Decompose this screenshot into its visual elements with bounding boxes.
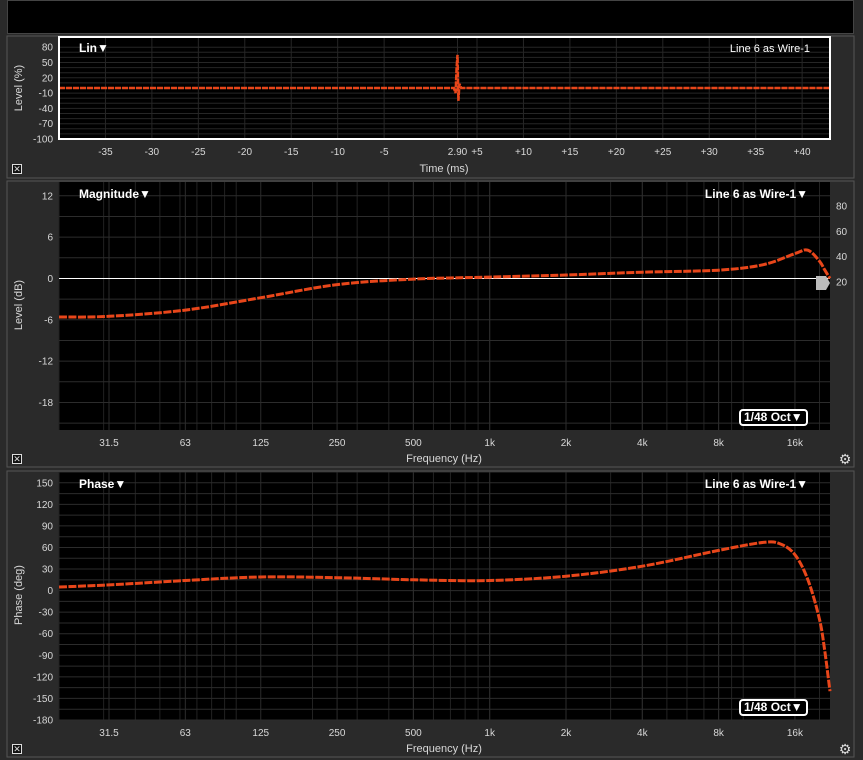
phase-plot-area <box>59 472 830 720</box>
impulse-x-tick-label: +30 <box>701 147 718 158</box>
impulse-x-tick-label: -30 <box>145 147 160 158</box>
impulse-x-tick-label: -5 <box>380 147 389 158</box>
impulse-x-tick-label: +10 <box>515 147 532 158</box>
magnitude-legend[interactable]: Line 6 as Wire-1▼ <box>705 187 808 201</box>
magnitude-x-axis-label: Frequency (Hz) <box>406 453 482 465</box>
magnitude-right-tick-label: 80 <box>836 202 848 213</box>
phase-y-tick-label: -90 <box>39 651 54 662</box>
impulse-x-tick-label: +15 <box>561 147 578 158</box>
phase-x-tick-label: 2k <box>561 728 573 739</box>
magnitude-x-tick-label: 250 <box>329 438 346 449</box>
phase-y-axis-label: Phase (deg) <box>13 565 25 625</box>
impulse-x-tick-label: +20 <box>608 147 625 158</box>
impulse-x-tick-label: -10 <box>330 147 345 158</box>
phase-title[interactable]: Phase▼ <box>79 477 126 491</box>
magnitude-right-tick-label: 60 <box>836 227 848 238</box>
impulse-x-tick-label: +5 <box>471 147 483 158</box>
impulse-x-tick-label: +40 <box>794 147 811 158</box>
impulse-y-axis-label: Level (%) <box>13 65 25 111</box>
impulse-y-tick-label: -100 <box>33 135 53 146</box>
magnitude-x-tick-label: 4k <box>637 438 649 449</box>
phase-x-tick-label: 63 <box>180 728 192 739</box>
magnitude-y-tick-label: 6 <box>47 233 53 244</box>
magnitude-title[interactable]: Magnitude▼ <box>79 187 151 201</box>
phase-settings-gear-icon[interactable]: ⚙ <box>838 743 852 757</box>
magnitude-y-tick-label: -12 <box>39 357 54 368</box>
impulse-x-tick-label: -25 <box>191 147 206 158</box>
impulse-x-axis-label: Time (ms) <box>419 163 468 175</box>
magnitude-x-tick-label: 63 <box>180 438 192 449</box>
phase-x-tick-label: 250 <box>329 728 346 739</box>
phase-y-tick-label: 30 <box>42 565 54 576</box>
impulse-y-tick-label: 80 <box>42 43 54 54</box>
magnitude-y-tick-label: 0 <box>47 274 53 285</box>
magnitude-right-tick-label: 40 <box>836 252 848 263</box>
magnitude-settings-gear-icon[interactable]: ⚙ <box>838 453 852 467</box>
impulse-y-tick-label: -70 <box>39 119 54 130</box>
phase-legend[interactable]: Line 6 as Wire-1▼ <box>705 477 808 491</box>
phase-x-tick-label: 4k <box>637 728 649 739</box>
impulse-y-tick-label: -40 <box>39 104 54 115</box>
magnitude-x-tick-label: 500 <box>405 438 422 449</box>
impulse-y-tick-label: 50 <box>42 58 54 69</box>
magnitude-x-tick-label: 8k <box>713 438 725 449</box>
impulse-y-tick-label: -10 <box>39 89 54 100</box>
impulse-x-tick-label: 2.90 <box>448 147 468 158</box>
impulse-x-tick-label: -20 <box>238 147 253 158</box>
magnitude-x-tick-label: 2k <box>561 438 573 449</box>
phase-y-tick-label: 120 <box>36 500 53 511</box>
magnitude-x-tick-label: 125 <box>252 438 269 449</box>
phase-x-tick-label: 8k <box>713 728 725 739</box>
magnitude-plot-area <box>59 182 830 430</box>
magnitude-y-tick-label: -6 <box>44 315 53 326</box>
magnitude-x-tick-label: 31.5 <box>99 438 119 449</box>
phase-y-tick-label: -180 <box>33 716 53 727</box>
phase-close-icon[interactable]: ✕ <box>12 744 22 754</box>
impulse-close-icon[interactable]: ✕ <box>12 164 22 174</box>
phase-x-tick-label: 31.5 <box>99 728 119 739</box>
magnitude-x-tick-label: 1k <box>484 438 496 449</box>
magnitude-smoothing-dropdown[interactable]: 1/48 Oct▼ <box>739 409 808 426</box>
magnitude-y-axis-label: Level (dB) <box>13 280 25 330</box>
magnitude-right-tick-label: 20 <box>836 277 848 288</box>
phase-y-tick-label: -150 <box>33 694 53 705</box>
phase-x-tick-label: 500 <box>405 728 422 739</box>
impulse-legend: Line 6 as Wire-1 <box>730 43 810 55</box>
magnitude-y-tick-label: -18 <box>39 398 54 409</box>
impulse-x-tick-label: -15 <box>284 147 299 158</box>
phase-x-axis-label: Frequency (Hz) <box>406 743 482 755</box>
impulse-x-tick-label: -35 <box>98 147 113 158</box>
impulse-y-tick-label: 20 <box>42 73 54 84</box>
phase-y-tick-label: -60 <box>39 629 54 640</box>
impulse-x-tick-label: +35 <box>747 147 764 158</box>
phase-smoothing-dropdown[interactable]: 1/48 Oct▼ <box>739 699 808 716</box>
impulse-title[interactable]: Lin▼ <box>79 41 109 55</box>
measurement-charts: 80 50 20 -10 -40 -70 -100 -35 -30 -25 -20 -15 -10 -5 2… <box>6 35 855 758</box>
phase-y-tick-label: 0 <box>47 586 53 597</box>
phase-y-tick-label: -120 <box>33 672 53 683</box>
magnitude-y-tick-label: 12 <box>42 191 54 202</box>
phase-x-tick-label: 1k <box>484 728 496 739</box>
phase-y-tick-label: 90 <box>42 521 54 532</box>
phase-x-tick-label: 16k <box>787 728 804 739</box>
phase-y-tick-label: -30 <box>39 608 54 619</box>
phase-x-tick-label: 125 <box>252 728 269 739</box>
phase-y-tick-label: 60 <box>42 543 54 554</box>
magnitude-close-icon[interactable]: ✕ <box>12 454 22 464</box>
phase-y-tick-label: 150 <box>36 478 53 489</box>
magnitude-x-tick-label: 16k <box>787 438 804 449</box>
impulse-x-tick-label: +25 <box>654 147 671 158</box>
